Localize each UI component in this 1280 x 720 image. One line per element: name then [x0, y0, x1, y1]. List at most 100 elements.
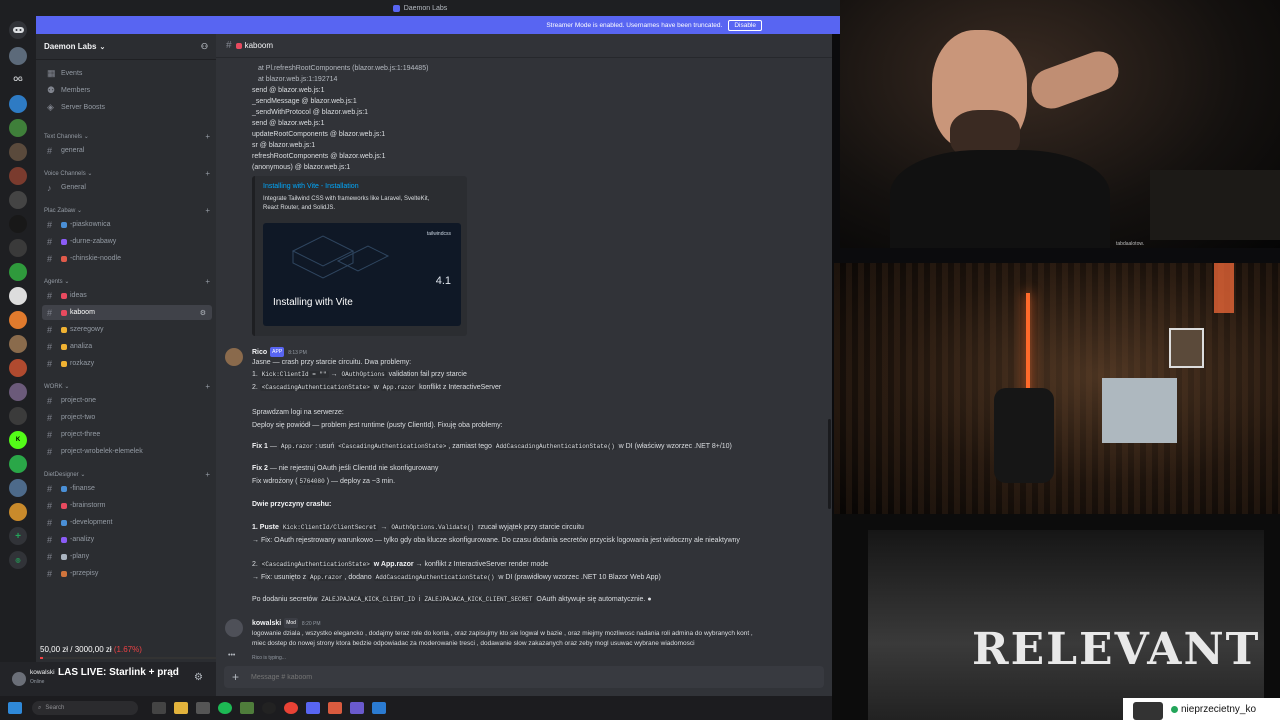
- server-icon[interactable]: [9, 95, 27, 113]
- channel-ideas[interactable]: # ideas: [42, 288, 212, 303]
- emoji-icon: [61, 326, 67, 333]
- server-icon[interactable]: [9, 311, 27, 329]
- server-icon[interactable]: [9, 215, 27, 233]
- channel-development[interactable]: # -development: [42, 515, 212, 530]
- hash-icon: #: [226, 40, 232, 51]
- windows-start-icon[interactable]: [8, 702, 22, 714]
- explore-icon[interactable]: ◎: [9, 551, 27, 569]
- channel-project-two[interactable]: # project-two: [42, 410, 212, 425]
- embed-title-link[interactable]: Installing with Vite - Installation: [263, 183, 359, 190]
- channel-finanse[interactable]: # -finanse: [42, 481, 212, 496]
- hash-icon: #: [47, 307, 53, 318]
- add-member-icon[interactable]: ⚇: [201, 42, 208, 51]
- category-voice-channels[interactable]: Voice Channels ⌄ +: [44, 167, 210, 179]
- channel-plany[interactable]: # -plany: [42, 549, 212, 564]
- add-channel-icon[interactable]: +: [205, 277, 210, 286]
- add-server-icon[interactable]: +: [9, 527, 27, 545]
- author-name[interactable]: Rico: [252, 349, 267, 356]
- channel-project-three[interactable]: # project-three: [42, 427, 212, 442]
- channel-brainstorm[interactable]: # -brainstorm: [42, 498, 212, 513]
- task-view-icon[interactable]: [152, 702, 166, 714]
- emoji-icon: [61, 238, 67, 245]
- app-icon[interactable]: [240, 702, 254, 714]
- donation-progress-bar: [40, 657, 216, 659]
- category-work[interactable]: WORK ⌄ +: [44, 380, 210, 392]
- timestamp: 8:20 PM: [301, 620, 321, 627]
- category-dietdesigner[interactable]: DietDesigner ⌄ +: [44, 468, 210, 480]
- person-body: [890, 150, 1110, 248]
- channel-analizy[interactable]: # -analizy: [42, 532, 212, 547]
- channel-kaboom[interactable]: # kaboom ⚙: [42, 305, 212, 320]
- app-icon[interactable]: [350, 702, 364, 714]
- server-icon-og[interactable]: OG: [9, 71, 27, 89]
- add-channel-icon[interactable]: +: [205, 382, 210, 391]
- server-icon[interactable]: [9, 143, 27, 161]
- server-icon[interactable]: [9, 479, 27, 497]
- message-input[interactable]: [251, 673, 752, 681]
- app-icon[interactable]: [262, 702, 276, 714]
- chrome-icon[interactable]: [284, 702, 298, 714]
- server-icon-kick[interactable]: K: [9, 431, 27, 449]
- add-channel-icon[interactable]: +: [205, 470, 210, 479]
- server-icon[interactable]: [9, 383, 27, 401]
- server-icon[interactable]: [9, 455, 27, 473]
- add-channel-icon[interactable]: +: [205, 132, 210, 141]
- avatar[interactable]: [225, 348, 243, 366]
- channel-durne-zabawy[interactable]: # -durne-zabawy: [42, 234, 212, 249]
- channel-project-wrobelek-elemelek[interactable]: # project-wrobelek-elemelek: [42, 444, 212, 459]
- channel-piaskownica[interactable]: # -piaskownica: [42, 217, 212, 232]
- voice-channel-general[interactable]: ♪ General: [42, 180, 212, 195]
- server-icon[interactable]: [9, 239, 27, 257]
- settings-gear-icon[interactable]: ⚙: [194, 672, 203, 683]
- server-icon[interactable]: [9, 407, 27, 425]
- sidebar-item-server-boosts[interactable]: ◈ Server Boosts: [42, 100, 212, 115]
- channel-szeregowy[interactable]: # szeregowy: [42, 322, 212, 337]
- scrollbar[interactable]: [828, 419, 831, 509]
- channel-rozkazy[interactable]: # rozkazy: [42, 356, 212, 371]
- app-icon[interactable]: [372, 702, 386, 714]
- inline-code: App.razor: [278, 443, 316, 450]
- channel-general[interactable]: # general: [42, 143, 212, 158]
- avatar[interactable]: [12, 672, 26, 686]
- message-line: → Fix: usunięto z App.razor, dodano AddC…: [252, 574, 661, 581]
- gear-icon[interactable]: ⚙: [200, 309, 206, 317]
- discord-icon[interactable]: [306, 702, 320, 714]
- add-attachment-icon[interactable]: +: [232, 670, 239, 684]
- server-icon-daemon[interactable]: [9, 47, 27, 65]
- add-channel-icon[interactable]: +: [205, 206, 210, 215]
- add-channel-icon[interactable]: +: [205, 169, 210, 178]
- app-icon[interactable]: [196, 702, 210, 714]
- emoji-icon: [61, 485, 67, 492]
- hash-icon: #: [47, 290, 53, 301]
- server-icon[interactable]: [9, 503, 27, 521]
- chair: [994, 388, 1054, 483]
- discord-home-icon[interactable]: [9, 21, 27, 39]
- server-icon[interactable]: [9, 167, 27, 185]
- category-text-channels[interactable]: Text Channels ⌄ +: [44, 130, 210, 142]
- server-icon[interactable]: [9, 335, 27, 353]
- channel-chinskie-noodle[interactable]: # -chinskie-noodle: [42, 251, 212, 266]
- taskbar-search[interactable]: ⌕ Search: [32, 701, 138, 715]
- channel-przepisy[interactable]: # -przepisy: [42, 566, 212, 581]
- server-header[interactable]: Daemon Labs ⌄ ⚇: [36, 34, 216, 60]
- server-icon[interactable]: [9, 359, 27, 377]
- server-icon[interactable]: [9, 119, 27, 137]
- category-plac-zabaw[interactable]: Plac Zabaw ⌄ +: [44, 204, 210, 216]
- spotify-icon[interactable]: [218, 702, 232, 714]
- server-icon[interactable]: [9, 191, 27, 209]
- avatar[interactable]: [225, 619, 243, 637]
- server-icon[interactable]: [9, 287, 27, 305]
- person-arm: [1025, 45, 1125, 115]
- online-dot-icon: [1171, 705, 1178, 713]
- channel-analiza[interactable]: # analiza: [42, 339, 212, 354]
- sidebar-item-events[interactable]: ▦ Events: [42, 66, 212, 81]
- disable-streamer-mode-button[interactable]: Disable: [728, 19, 762, 31]
- channel-project-one[interactable]: # project-one: [42, 393, 212, 408]
- embed-image[interactable]: tailwindcss 4.1 Installing with Vite: [263, 223, 461, 326]
- sidebar-item-members[interactable]: ⚉ Members: [42, 83, 212, 98]
- file-explorer-icon[interactable]: [174, 702, 188, 714]
- author-name[interactable]: kowalski: [252, 620, 281, 627]
- app-icon[interactable]: [328, 702, 342, 714]
- category-agents[interactable]: Agents ⌄ +: [44, 275, 210, 287]
- server-icon[interactable]: [9, 263, 27, 281]
